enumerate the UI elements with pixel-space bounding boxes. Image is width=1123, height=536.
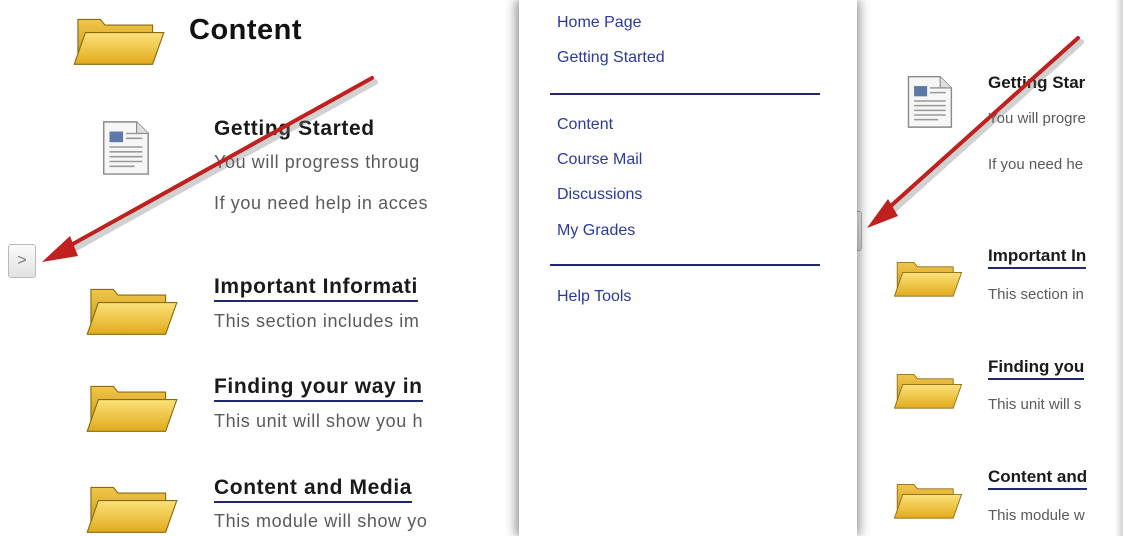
- annotation-arrow: [867, 36, 1084, 228]
